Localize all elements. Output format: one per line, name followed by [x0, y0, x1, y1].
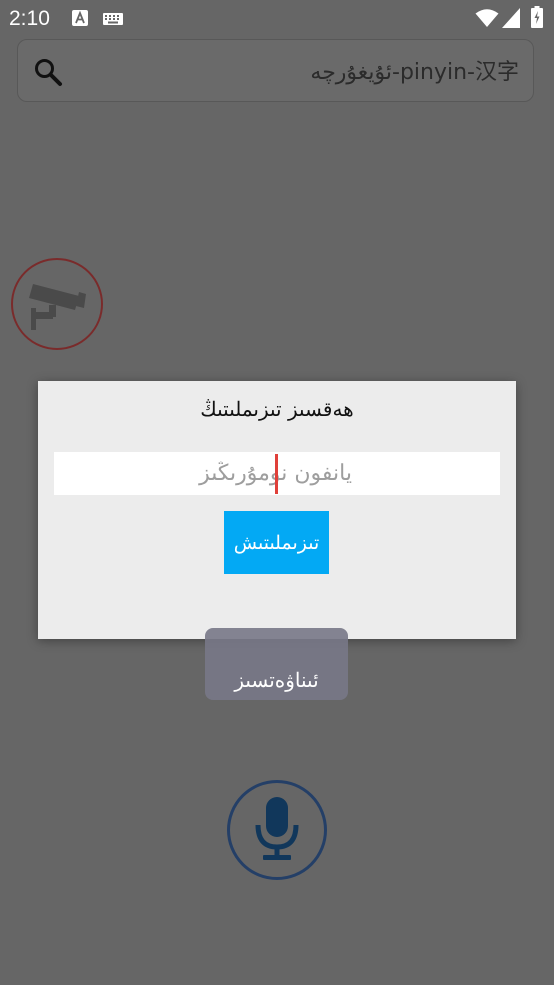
microphone-button[interactable] [227, 780, 327, 880]
microphone-icon [255, 797, 299, 860]
toast-message: ئىناۋەتسىز [205, 628, 348, 700]
battery-icon [531, 6, 543, 33]
dialog-title: ھەقسىز تىزىملىتىڭ [200, 397, 354, 421]
a-notification-icon [72, 10, 88, 31]
toast-text: ئىناۋەتسىز [234, 668, 319, 692]
signal-icon [502, 8, 520, 33]
keyboard-icon [103, 12, 123, 30]
search-icon[interactable] [33, 57, 63, 87]
search-bar[interactable]: ئۇيغۇرچە-pinyin-汉字 [17, 39, 534, 102]
register-dialog: ھەقسىز تىزىملىتىڭ تىزىملىتىش [38, 381, 516, 639]
camera-icon [29, 284, 86, 330]
wifi-icon [475, 8, 499, 33]
text-cursor [275, 454, 278, 494]
camera-button[interactable] [11, 258, 103, 350]
search-input[interactable]: ئۇيغۇرچە-pinyin-汉字 [310, 54, 519, 86]
phone-number-field-container[interactable] [54, 452, 500, 495]
register-button[interactable]: تىزىملىتىش [224, 511, 329, 574]
status-bar: 2:10 [0, 0, 554, 36]
status-time: 2:10 [9, 7, 50, 30]
